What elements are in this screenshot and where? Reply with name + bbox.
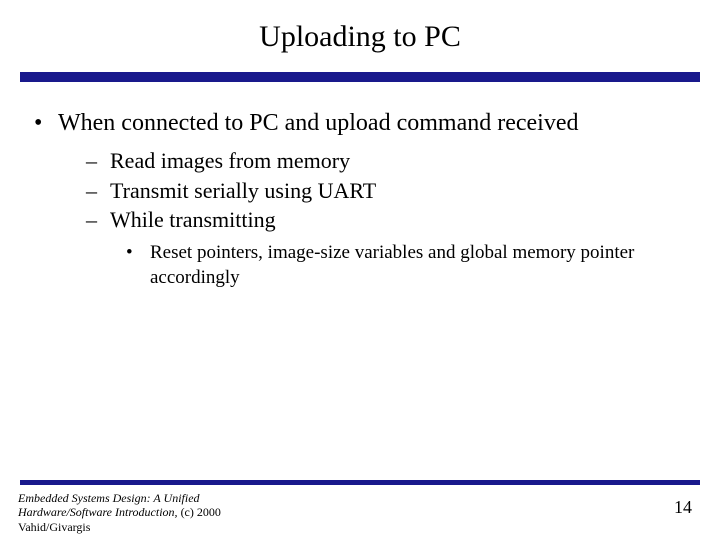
title-rule xyxy=(20,72,700,82)
bullet-text: While transmitting xyxy=(110,205,276,235)
slide-title: Uploading to PC xyxy=(0,20,720,54)
bullet-text: When connected to PC and upload command … xyxy=(58,108,579,138)
bullet-level2: – Read images from memory xyxy=(86,146,690,176)
bullet-level1: • When connected to PC and upload comman… xyxy=(30,108,690,138)
bullet-text: Transmit serially using UART xyxy=(110,176,376,206)
bullet-level2: – While transmitting xyxy=(86,205,690,235)
bullet-text: Reset pointers, image-size variables and… xyxy=(150,241,690,290)
bullet-level3: • Reset pointers, image-size variables a… xyxy=(126,241,690,290)
footer-row: Embedded Systems Design: A Unified Hardw… xyxy=(0,491,720,534)
dash-icon: – xyxy=(86,176,110,206)
disc-icon: • xyxy=(30,108,58,138)
footer-book: Embedded Systems Design: A Unified Hardw… xyxy=(18,491,200,519)
dash-icon: – xyxy=(86,205,110,235)
page-number: 14 xyxy=(674,491,692,518)
bullet-level2: – Transmit serially using UART xyxy=(86,176,690,206)
disc-icon: • xyxy=(126,241,150,290)
dash-icon: – xyxy=(86,146,110,176)
footer-attribution: Embedded Systems Design: A Unified Hardw… xyxy=(18,491,278,534)
slide-footer: Embedded Systems Design: A Unified Hardw… xyxy=(0,480,720,540)
slide-body: • When connected to PC and upload comman… xyxy=(0,108,720,290)
bullet-text: Read images from memory xyxy=(110,146,350,176)
slide: Uploading to PC • When connected to PC a… xyxy=(0,0,720,540)
footer-rule xyxy=(20,480,700,485)
